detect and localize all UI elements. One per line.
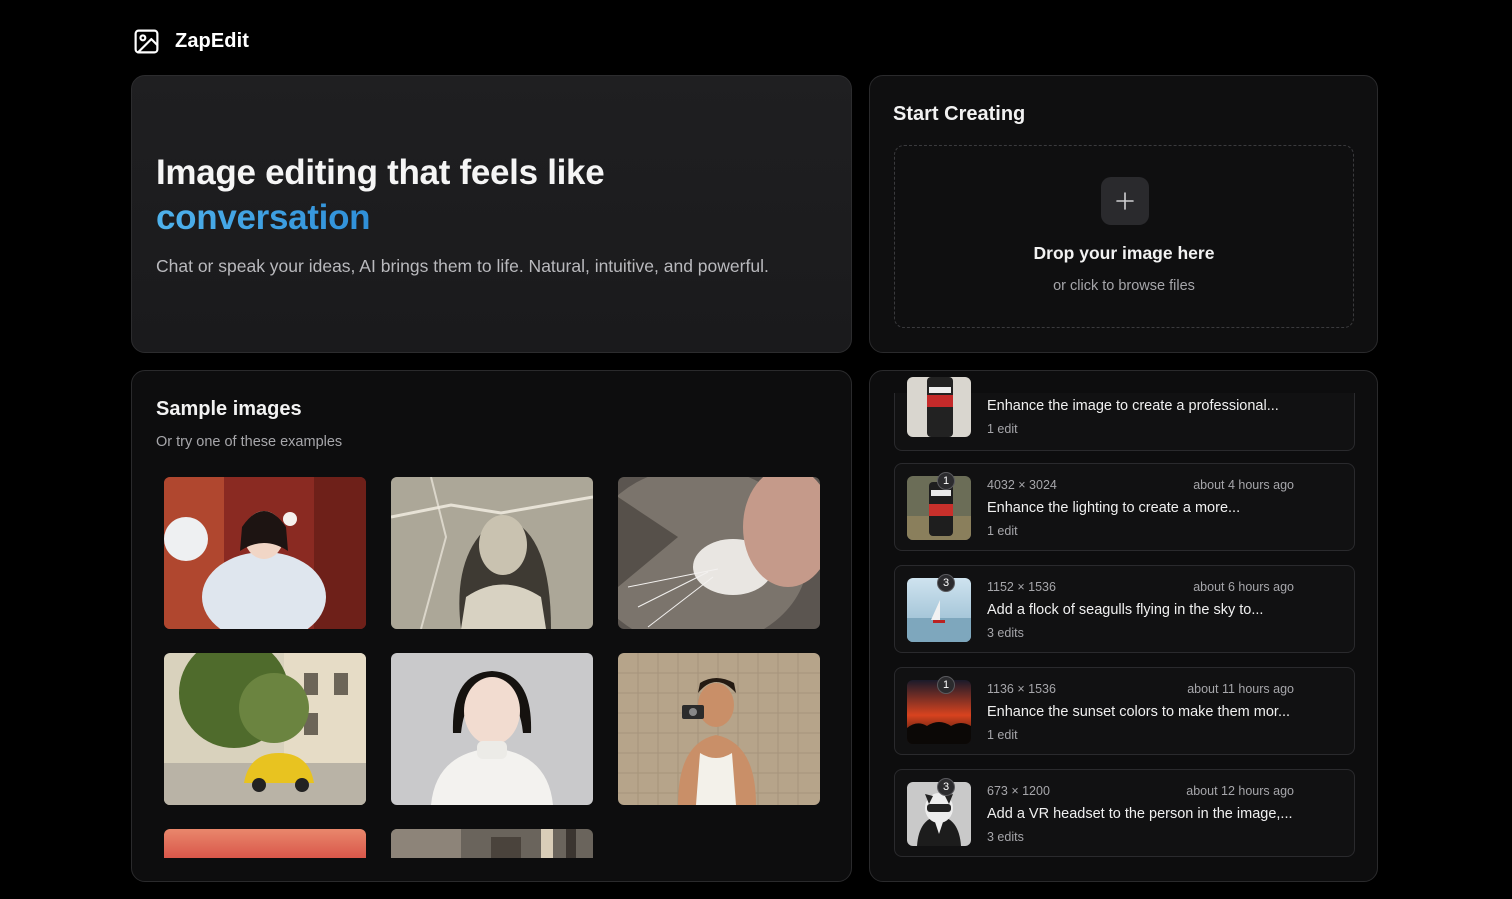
sample-image-man-camera[interactable] xyxy=(618,653,820,805)
start-creating-title: Start Creating xyxy=(893,103,1026,125)
history-edit-count: 1 edit xyxy=(987,524,1018,538)
history-dimensions: 1152 × 1536 xyxy=(987,580,1056,594)
history-item[interactable]: 3 1152 × 1536 about 6 hours ago Add a fl… xyxy=(894,565,1355,653)
history-dimensions: 1136 × 1536 xyxy=(987,682,1056,696)
app-header: ZapEdit xyxy=(132,26,249,56)
history-dimensions: 4032 × 3024 xyxy=(987,478,1057,492)
samples-title: Sample images xyxy=(156,398,302,420)
sample-image-street[interactable] xyxy=(391,829,593,858)
history-title: Enhance the sunset colors to make them m… xyxy=(987,704,1291,720)
history-edit-count: 3 edits xyxy=(987,626,1024,640)
history-timestamp: about 12 hours ago xyxy=(1186,784,1294,798)
history-item[interactable]: 1 1136 × 1536 about 11 hours ago Enhance… xyxy=(894,667,1355,755)
history-title: Enhance the lighting to create a more... xyxy=(987,500,1241,516)
samples-subtitle: Or try one of these examples xyxy=(156,434,343,450)
sample-images-card: Sample images Or try one of these exampl… xyxy=(131,370,852,882)
history-timestamp: about 6 hours ago xyxy=(1193,580,1294,594)
edit-count-badge: 1 xyxy=(937,472,955,490)
edit-history-card: Enhance the image to create a profession… xyxy=(869,370,1378,882)
history-item[interactable]: 3 673 × 1200 about 12 hours ago Add a VR… xyxy=(894,769,1355,857)
history-title: Add a flock of seagulls flying in the sk… xyxy=(987,602,1264,618)
sample-image-woman-turtleneck[interactable] xyxy=(391,653,593,805)
history-edit-count: 1 edit xyxy=(987,728,1018,742)
upload-button[interactable] xyxy=(1101,177,1149,225)
edit-count-badge: 3 xyxy=(937,574,955,592)
history-timestamp: about 4 hours ago xyxy=(1193,478,1294,492)
hero-card: Image editing that feels like conversati… xyxy=(131,75,852,353)
sample-image-girl-hanfu[interactable] xyxy=(164,477,366,629)
sample-image-yellow-car[interactable] xyxy=(164,653,366,805)
hero-subtitle: Chat or speak your ideas, AI brings them… xyxy=(156,256,769,276)
hero-title: Image editing that feels like xyxy=(156,153,605,192)
sample-image-cat[interactable] xyxy=(618,477,820,629)
image-icon xyxy=(134,29,159,53)
history-title: Enhance the image to create a profession… xyxy=(987,398,1279,414)
history-edit-count: 1 edit xyxy=(987,422,1018,436)
history-timestamp: about 11 hours ago xyxy=(1187,682,1294,696)
hero-accent-word: conversation xyxy=(156,195,371,240)
drop-title: Drop your image here xyxy=(1033,243,1215,263)
start-creating-card: Start Creating Drop your image here or c… xyxy=(869,75,1378,353)
history-item[interactable]: 1 4032 × 3024 about 4 hours ago Enhance … xyxy=(894,463,1355,551)
edit-count-badge: 3 xyxy=(937,778,955,796)
edit-count-badge: 1 xyxy=(937,676,955,694)
sample-image-vintage-portrait[interactable] xyxy=(391,477,593,629)
history-title: Add a VR headset to the person in the im… xyxy=(987,806,1293,822)
history-thumbnail xyxy=(907,377,971,437)
sample-image-sunset[interactable] xyxy=(164,829,366,858)
history-item[interactable]: Enhance the image to create a profession… xyxy=(894,377,1355,451)
history-dimensions: 673 × 1200 xyxy=(987,784,1050,798)
app-name[interactable]: ZapEdit xyxy=(175,30,249,53)
history-edit-count: 3 edits xyxy=(987,830,1024,844)
browse-files-link[interactable]: or click to browse files xyxy=(895,278,1353,294)
image-dropzone[interactable]: Drop your image here or click to browse … xyxy=(894,145,1354,328)
plus-icon xyxy=(1116,192,1134,210)
